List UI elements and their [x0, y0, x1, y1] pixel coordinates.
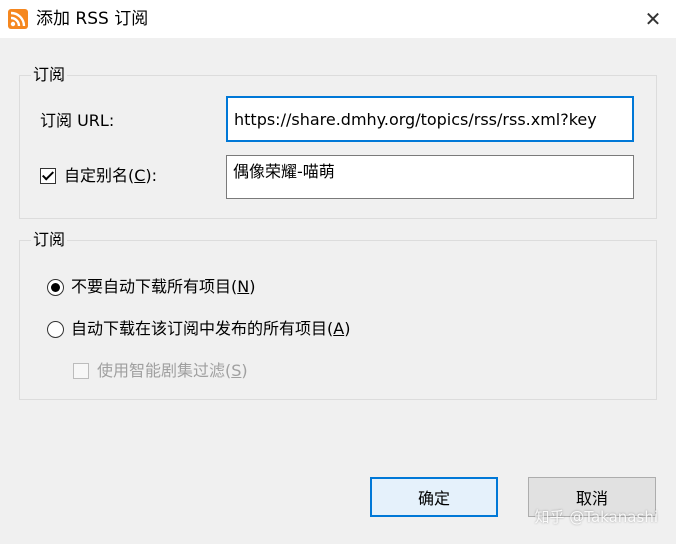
rss-icon — [8, 9, 28, 29]
close-button[interactable]: ✕ — [638, 4, 668, 34]
close-icon: ✕ — [644, 7, 662, 31]
ok-button-label: 确定 — [417, 489, 450, 508]
title-bar: 添加 RSS 订阅 ✕ — [0, 0, 676, 38]
subscription-group: 订阅 订阅 URL: 自定别名(C): — [19, 64, 657, 219]
alias-checkbox[interactable] — [40, 168, 56, 184]
window-title: 添加 RSS 订阅 — [36, 9, 149, 29]
alias-input[interactable] — [226, 155, 634, 199]
auto-download-radio[interactable] — [47, 321, 64, 338]
url-label: 订阅 URL: — [40, 111, 115, 130]
subscription-group-legend: 订阅 — [31, 64, 68, 86]
url-input[interactable] — [226, 96, 634, 142]
smart-episode-filter-label: 使用智能剧集过滤(S) — [97, 361, 248, 380]
no-auto-download-label[interactable]: 不要自动下载所有项目(N) — [71, 276, 255, 298]
watermark: 知乎 @Takanashi — [534, 508, 658, 526]
smart-episode-filter-checkbox[interactable] — [73, 363, 89, 379]
ok-button[interactable]: 确定 — [370, 477, 498, 517]
auto-download-label[interactable]: 自动下载在该订阅中发布的所有项目(A) — [71, 318, 350, 340]
download-options-legend: 订阅 — [31, 229, 68, 251]
alias-label[interactable]: 自定别名(C): — [64, 165, 157, 187]
download-options-group: 订阅 不要自动下载所有项目(N) 自动下载在该订阅中发布的所有项目(A) 使用智… — [19, 229, 657, 400]
no-auto-download-radio[interactable] — [47, 279, 64, 296]
